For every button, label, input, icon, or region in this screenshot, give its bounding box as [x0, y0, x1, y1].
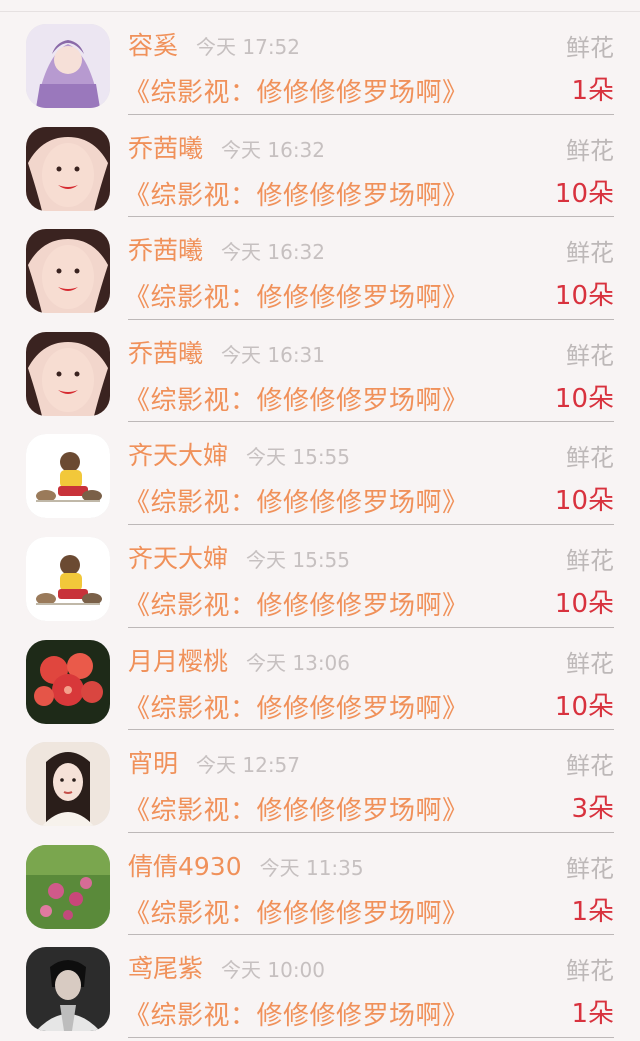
avatar[interactable] [26, 844, 110, 929]
top-divider [0, 0, 640, 12]
gift-time: 今天 10:00 [221, 958, 326, 983]
avatar-kid-with-dogs-icon [26, 536, 110, 621]
gift-row[interactable]: 宵明 今天 12:57 鲜花 《综影视：修修修修罗场啊》 3朵 [0, 730, 640, 833]
gift-type: 鲜花 [566, 957, 614, 986]
avatar[interactable] [26, 126, 110, 211]
avatar[interactable] [26, 24, 110, 108]
avatar[interactable] [26, 947, 110, 1032]
book-title-link[interactable]: 《综影视：修修修修罗场啊》 [124, 995, 469, 1032]
row-content: 容奚 今天 17:52 鲜花 《综影视：修修修修罗场啊》 1朵 [124, 12, 614, 115]
book-title-link[interactable]: 《综影视：修修修修罗场啊》 [124, 277, 469, 314]
sender-name[interactable]: 月月樱桃 今天 13:06 [128, 642, 350, 678]
sender-name[interactable]: 宵明 今天 12:57 [128, 744, 300, 780]
sender-name[interactable]: 乔茜曦 今天 16:32 [128, 129, 325, 165]
avatar-dark-portrait-icon [26, 947, 110, 1032]
avatar[interactable] [26, 434, 110, 519]
gift-count: 10朵 [554, 486, 614, 517]
gift-row[interactable]: 乔茜曦 今天 16:32 鲜花 《综影视：修修修修罗场啊》 10朵 [0, 115, 640, 218]
row-content: 齐天大婶 今天 15:55 鲜花 《综影视：修修修修罗场啊》 10朵 [124, 525, 614, 628]
avatar-smiling-woman-icon [26, 331, 110, 416]
gift-row[interactable]: 齐天大婶 今天 15:55 鲜花 《综影视：修修修修罗场啊》 10朵 [0, 525, 640, 628]
gift-time: 今天 15:55 [246, 445, 351, 470]
avatar[interactable] [26, 229, 110, 314]
gift-count: 1朵 [571, 76, 614, 106]
gift-count: 1朵 [571, 999, 614, 1030]
book-title-link[interactable]: 《综影视：修修修修罗场啊》 [124, 893, 469, 930]
gift-count: 10朵 [554, 281, 614, 312]
sender-name[interactable]: 容奚 今天 17:52 [128, 26, 300, 62]
row-content: 鸢尾紫 今天 10:00 鲜花 《综影视：修修修修罗场啊》 1朵 [124, 935, 614, 1038]
avatar[interactable] [26, 331, 110, 416]
avatar-smiling-woman-icon [26, 126, 110, 211]
gift-time: 今天 11:35 [259, 855, 364, 880]
avatar[interactable] [26, 536, 110, 621]
avatar-kid-with-dogs-icon [26, 434, 110, 519]
row-content: 乔茜曦 今天 16:32 鲜花 《综影视：修修修修罗场啊》 10朵 [124, 217, 614, 320]
gift-time: 今天 16:32 [221, 240, 326, 265]
gift-type: 鲜花 [566, 239, 614, 268]
gift-row[interactable]: 容奚 今天 17:52 鲜花 《综影视：修修修修罗场啊》 1朵 [0, 12, 640, 115]
avatar-girl-purple-icon [26, 24, 110, 108]
gift-type: 鲜花 [566, 546, 614, 575]
row-content: 乔茜曦 今天 16:32 鲜花 《综影视：修修修修罗场啊》 10朵 [124, 115, 614, 218]
book-title-link[interactable]: 《综影视：修修修修罗场啊》 [124, 380, 469, 417]
avatar-garden-flowers-icon [26, 844, 110, 929]
gift-row[interactable]: 月月樱桃 今天 13:06 鲜花 《综影视：修修修修罗场啊》 10朵 [0, 628, 640, 731]
avatar-smiling-woman-icon [26, 229, 110, 314]
gift-count: 10朵 [554, 691, 614, 722]
gift-time: 今天 12:57 [196, 753, 301, 778]
gift-row[interactable]: 鸢尾紫 今天 10:00 鲜花 《综影视：修修修修罗场啊》 1朵 [0, 935, 640, 1038]
avatar-costume-man-icon [26, 742, 110, 827]
gift-time: 今天 15:55 [246, 547, 351, 572]
gift-type: 鲜花 [566, 752, 614, 781]
sender-name[interactable]: 乔茜曦 今天 16:32 [128, 231, 325, 267]
gift-row[interactable]: 乔茜曦 今天 16:31 鲜花 《综影视：修修修修罗场啊》 10朵 [0, 320, 640, 423]
book-title-link[interactable]: 《综影视：修修修修罗场啊》 [124, 688, 469, 725]
row-content: 乔茜曦 今天 16:31 鲜花 《综影视：修修修修罗场啊》 10朵 [124, 320, 614, 423]
gift-row[interactable]: 齐天大婶 今天 15:55 鲜花 《综影视：修修修修罗场啊》 10朵 [0, 422, 640, 525]
gift-count: 10朵 [554, 383, 614, 414]
gift-type: 鲜花 [566, 444, 614, 473]
gift-count: 10朵 [554, 178, 614, 209]
book-title-link[interactable]: 《综影视：修修修修罗场啊》 [124, 482, 469, 519]
row-content: 齐天大婶 今天 15:55 鲜花 《综影视：修修修修罗场啊》 10朵 [124, 422, 614, 525]
gift-count: 1朵 [571, 896, 614, 927]
gift-type: 鲜花 [566, 34, 614, 62]
book-title-link[interactable]: 《综影视：修修修修罗场啊》 [124, 175, 469, 212]
gift-type: 鲜花 [566, 649, 614, 678]
row-content: 宵明 今天 12:57 鲜花 《综影视：修修修修罗场啊》 3朵 [124, 730, 614, 833]
book-title-link[interactable]: 《综影视：修修修修罗场啊》 [124, 790, 469, 827]
book-title-link[interactable]: 《综影视：修修修修罗场啊》 [124, 72, 469, 109]
gift-row[interactable]: 乔茜曦 今天 16:32 鲜花 《综影视：修修修修罗场啊》 10朵 [0, 217, 640, 320]
gift-count: 3朵 [571, 794, 614, 825]
row-content: 月月樱桃 今天 13:06 鲜花 《综影视：修修修修罗场啊》 10朵 [124, 628, 614, 731]
avatar[interactable] [26, 639, 110, 724]
sender-name[interactable]: 倩倩4930 今天 11:35 [128, 847, 364, 883]
gift-count: 10朵 [554, 588, 614, 619]
gift-time: 今天 16:32 [221, 137, 326, 162]
row-content: 倩倩4930 今天 11:35 鲜花 《综影视：修修修修罗场啊》 1朵 [124, 833, 614, 936]
gift-type: 鲜花 [566, 854, 614, 883]
gift-type: 鲜花 [566, 341, 614, 370]
gift-time: 今天 13:06 [246, 650, 351, 675]
sender-name[interactable]: 鸢尾紫 今天 10:00 [128, 949, 325, 985]
gift-record-list: 容奚 今天 17:52 鲜花 《综影视：修修修修罗场啊》 1朵 乔茜曦 今天 16:… [0, 12, 640, 1038]
gift-time: 今天 16:31 [221, 342, 326, 367]
book-title-link[interactable]: 《综影视：修修修修罗场啊》 [124, 585, 469, 622]
gift-type: 鲜花 [566, 136, 614, 165]
gift-time: 今天 17:52 [196, 35, 301, 59]
gift-row[interactable]: 倩倩4930 今天 11:35 鲜花 《综影视：修修修修罗场啊》 1朵 [0, 833, 640, 936]
sender-name[interactable]: 乔茜曦 今天 16:31 [128, 334, 325, 370]
avatar[interactable] [26, 742, 110, 827]
avatar-red-flowers-icon [26, 639, 110, 724]
sender-name[interactable]: 齐天大婶 今天 15:55 [128, 539, 350, 575]
sender-name[interactable]: 齐天大婶 今天 15:55 [128, 436, 350, 472]
